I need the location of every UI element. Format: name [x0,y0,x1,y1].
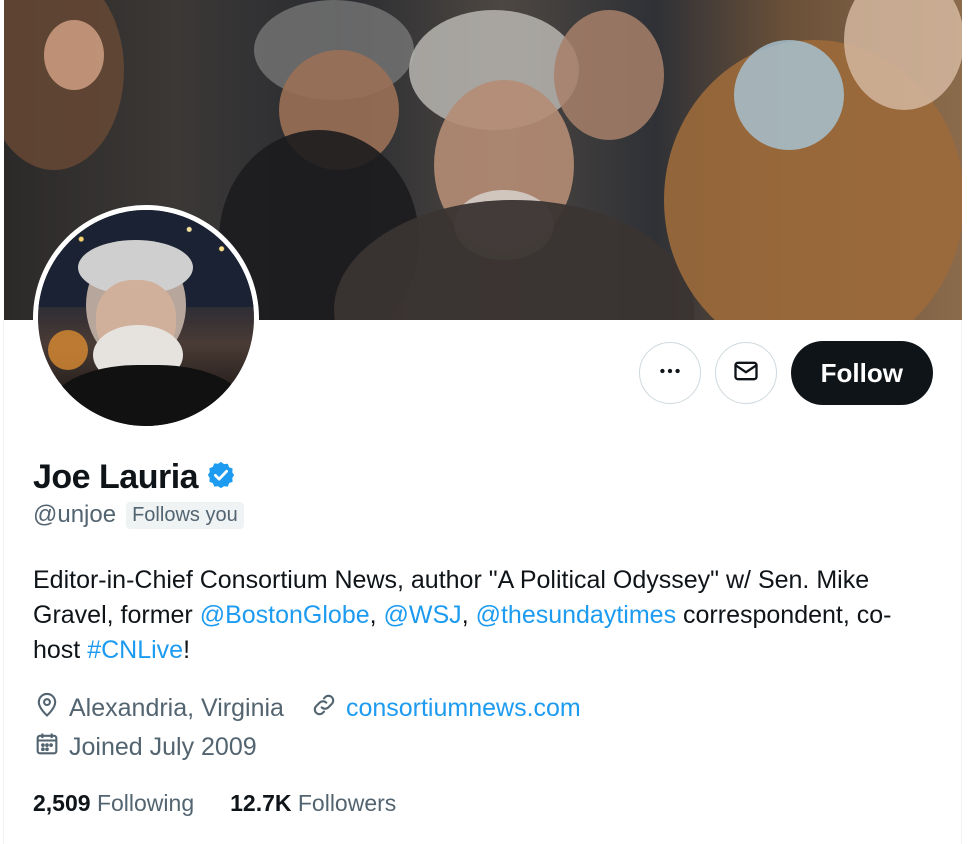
bio-text: ! [183,636,191,664]
hashtag-link-cnlive[interactable]: #CNLive [87,636,183,664]
following-count: 2,509 [33,790,91,816]
profile-bio: Editor-in-Chief Consortium News, author … [33,563,933,668]
location-text: Alexandria, Virginia [69,694,284,722]
user-handle: @unjoe [33,501,117,528]
following-label: Following [96,790,195,816]
more-button[interactable] [638,342,701,404]
display-name-row: Joe Lauria [33,458,236,497]
link-icon [310,691,338,726]
location-pin-icon [33,691,61,726]
follow-button[interactable]: Follow [790,341,933,405]
followers-stat[interactable]: 12.7K Followers [230,790,396,817]
bio-separator: , [369,601,384,629]
mention-link-wsj[interactable]: @WSJ [384,601,462,629]
profile-avatar[interactable] [33,205,259,431]
envelope-icon [732,357,760,390]
mention-link-thesundaytimes[interactable]: @thesundaytimes [476,601,676,629]
message-button[interactable] [714,342,777,404]
follow-stats: 2,509 Following 12.7K Followers [33,790,396,817]
calendar-icon [33,730,61,765]
display-name: Joe Lauria [33,458,199,496]
joined-row: Joined July 2009 [33,730,257,765]
more-horizontal-icon [657,358,683,389]
website-link[interactable]: consortiumnews.com [346,694,581,723]
followers-label: Followers [297,790,397,816]
divider [3,320,4,844]
following-stat[interactable]: 2,509 Following [33,790,194,817]
followers-count: 12.7K [230,790,292,816]
profile-meta-row: Alexandria, Virginia consortiumnews.com [33,691,581,726]
verified-badge-icon[interactable] [206,460,236,495]
bio-separator: , [461,601,476,629]
handle-row: @unjoe Follows you [33,501,244,529]
joined-item: Joined July 2009 [33,730,257,765]
location-item: Alexandria, Virginia [33,691,284,726]
avatar-photo [38,210,254,426]
profile-header: Follow Joe Lauria @unjoe Follows you Edi… [0,0,968,844]
profile-actions: Follow [638,341,933,405]
follows-you-badge: Follows you [126,501,244,529]
joined-date-text: Joined July 2009 [69,733,257,761]
website-item: consortiumnews.com [310,691,581,726]
mention-link-bostonglobe[interactable]: @BostonGlobe [200,601,370,629]
divider [961,320,962,844]
